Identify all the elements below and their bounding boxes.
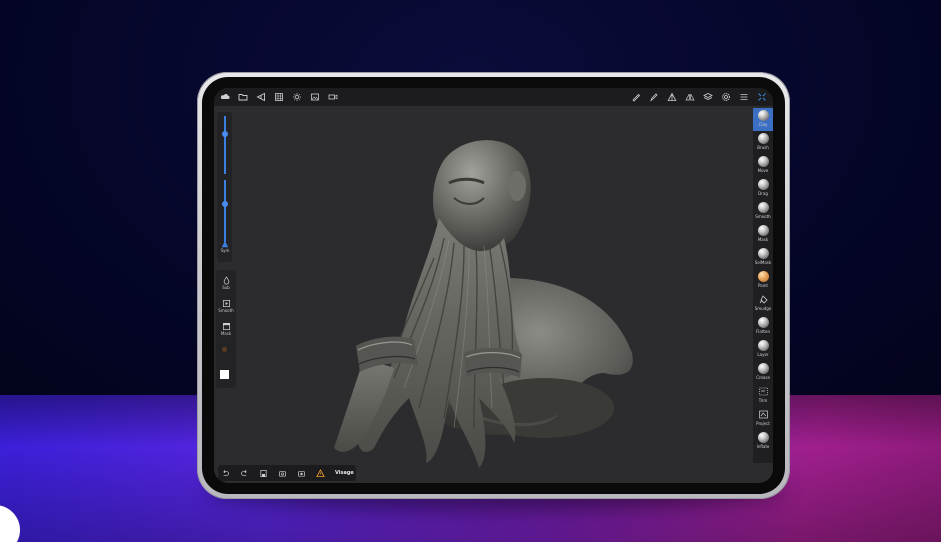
drop-icon — [223, 276, 229, 285]
pencil-icon[interactable] — [649, 92, 659, 102]
move-brush-icon — [757, 156, 769, 167]
screenshot-icon[interactable] — [297, 469, 306, 478]
cloud-icon[interactable] — [220, 92, 230, 102]
sym-label: Sym — [220, 248, 230, 253]
brush-label: Drag — [758, 191, 768, 196]
pen-icon[interactable] — [631, 92, 641, 102]
brush-label: Paint — [758, 283, 768, 288]
brush-drag[interactable]: Drag — [753, 177, 773, 200]
smooth-toggle[interactable]: Smooth — [216, 299, 236, 313]
material-dot[interactable] — [222, 347, 227, 352]
smudge-brush-icon — [758, 294, 769, 305]
brush-selmask[interactable]: SelMask — [753, 246, 773, 269]
brush-smooth[interactable]: Smooth — [753, 200, 773, 223]
flatten-brush-icon — [757, 317, 769, 328]
brush-inflate[interactable]: Inflate — [753, 430, 773, 453]
brush-smudge[interactable]: Smudge — [753, 292, 773, 315]
mesh-name-label[interactable]: Visage — [335, 470, 354, 476]
dwarf-bust-sculpture[interactable] — [314, 128, 644, 473]
brush-label: Crease — [756, 375, 770, 380]
brush-brush[interactable]: Brush — [753, 131, 773, 154]
light-icon[interactable] — [292, 92, 302, 102]
symmetry-triangle-icon — [221, 240, 229, 248]
mask-label: Mask — [220, 331, 232, 336]
sub-label: Sub — [222, 285, 230, 290]
clay-brush-icon — [757, 110, 769, 121]
paint-brush-icon — [757, 271, 769, 282]
brush-layer[interactable]: Layer — [753, 338, 773, 361]
brush-label: SelMask — [754, 260, 772, 265]
square-outline-icon — [222, 322, 230, 331]
scene-icon[interactable] — [256, 92, 266, 102]
menu-icon[interactable] — [739, 92, 749, 102]
project-brush-icon — [758, 409, 769, 420]
mask-toggle[interactable]: Mask — [216, 322, 236, 336]
layer-brush-icon — [757, 340, 769, 351]
brush-paint[interactable]: Paint — [753, 269, 773, 292]
collapse-icon[interactable] — [757, 92, 767, 102]
app-screen: Sym Sub Smooth Mask Clay Brush Move Drag… — [214, 88, 773, 483]
brush-flatten[interactable]: Flatten — [753, 315, 773, 338]
brush-label: Project — [756, 421, 770, 426]
radius-slider-knob[interactable] — [221, 131, 228, 137]
gear-icon[interactable] — [721, 92, 731, 102]
folder-icon[interactable] — [238, 92, 248, 102]
symmetry-toggle[interactable]: Sym — [214, 240, 236, 253]
smooth-brush-icon — [757, 202, 769, 213]
drag-brush-icon — [757, 179, 769, 190]
intensity-slider-knob[interactable] — [221, 201, 228, 207]
camera-icon[interactable] — [278, 469, 287, 478]
symmetry-icon[interactable] — [685, 92, 695, 102]
play-square-icon — [222, 299, 230, 308]
brush-label: Brush — [757, 145, 769, 150]
sub-toggle[interactable]: Sub — [216, 276, 236, 290]
color-swatch[interactable] — [220, 370, 229, 379]
mask-brush-icon — [757, 225, 769, 236]
brush-label: Smooth — [755, 214, 771, 219]
trim-brush-icon — [758, 386, 769, 397]
redo-icon[interactable] — [240, 469, 249, 478]
intensity-slider-track[interactable] — [224, 180, 226, 242]
brush-toolbar: Clay Brush Move Drag Smooth Mask SelMask — [753, 108, 773, 463]
brush-label: Inflate — [756, 444, 770, 449]
top-toolbar — [214, 88, 773, 106]
layers-icon[interactable] — [703, 92, 713, 102]
top-toolbar-right — [631, 92, 767, 102]
brush-label: Trim — [758, 398, 768, 403]
image-icon[interactable] — [310, 92, 320, 102]
camera-video-icon[interactable] — [328, 92, 338, 102]
radius-slider-track[interactable] — [224, 116, 226, 174]
crease-brush-icon — [757, 363, 769, 374]
save-icon[interactable] — [259, 469, 268, 478]
top-toolbar-left — [220, 92, 338, 102]
brush-move[interactable]: Move — [753, 154, 773, 177]
brush-label: Layer — [757, 352, 769, 357]
smooth-label: Smooth — [218, 308, 234, 313]
standard-brush-icon — [757, 133, 769, 144]
brush-clay[interactable]: Clay — [753, 108, 773, 131]
bottom-toolbar: Visage — [218, 465, 356, 481]
brush-trim[interactable]: Trim — [753, 384, 773, 407]
brush-mask[interactable]: Mask — [753, 223, 773, 246]
brush-label: Clay — [758, 122, 768, 127]
brush-label: Move — [757, 168, 769, 173]
brush-label: Mask — [757, 237, 769, 242]
warning-icon[interactable] — [316, 468, 325, 478]
selmask-brush-icon — [757, 248, 769, 259]
topology-icon[interactable] — [667, 92, 677, 102]
inflate-brush-icon — [757, 432, 769, 443]
brush-label: Smudge — [754, 306, 772, 311]
undo-icon[interactable] — [221, 469, 230, 478]
brush-project[interactable]: Project — [753, 407, 773, 430]
brush-label: Flatten — [756, 329, 770, 334]
grid-icon[interactable] — [274, 92, 284, 102]
brush-crease[interactable]: Crease — [753, 361, 773, 384]
